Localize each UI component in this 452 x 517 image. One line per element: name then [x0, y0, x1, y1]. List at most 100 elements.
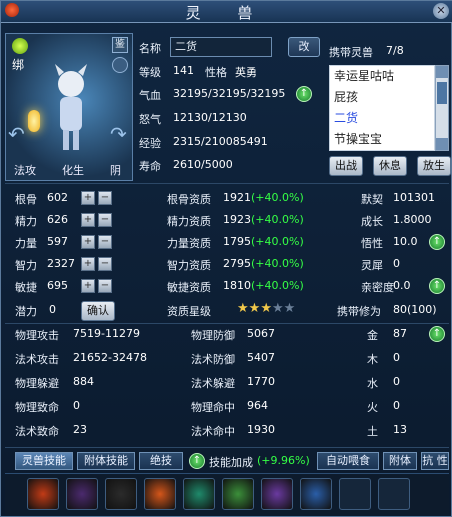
- combat-label: 法术命中: [191, 425, 235, 438]
- attr-label: 根骨: [15, 193, 37, 206]
- black-cat-icon[interactable]: [105, 478, 137, 510]
- attack-type-label: 法攻: [14, 164, 36, 177]
- pet-window: 灵 兽 ✕ 绑 鉴 ↶ ↷ 法攻 化生 阴 名称 二货 改 等级 141 性格 …: [0, 0, 452, 517]
- stat-value: 0: [393, 257, 400, 270]
- resist-button[interactable]: 抗 性: [421, 452, 449, 470]
- aptitude-value: 1795: [223, 235, 251, 248]
- combat-value: 1770: [247, 375, 275, 388]
- attr-value: 597: [47, 235, 68, 248]
- combat-value: 5407: [247, 351, 275, 364]
- release-button[interactable]: 放生: [417, 156, 451, 176]
- star-icon: ★: [271, 301, 284, 316]
- pets-count: 7/8: [386, 44, 404, 57]
- minus-icon[interactable]: −: [98, 235, 112, 249]
- name-field[interactable]: 二货: [170, 37, 272, 57]
- exp-label: 经验: [139, 137, 161, 150]
- minus-icon[interactable]: −: [98, 279, 112, 293]
- empty-slot-icon[interactable]: [378, 478, 410, 510]
- skill-bar: [5, 473, 449, 515]
- rest-button[interactable]: 休息: [373, 156, 407, 176]
- element-value: 87: [393, 327, 407, 340]
- aptitude-value: 1921: [223, 191, 251, 204]
- rage-label: 怒气: [139, 113, 161, 126]
- rename-button[interactable]: 改: [288, 37, 320, 57]
- transform-label: 化生: [62, 164, 84, 177]
- personality-label: 性格: [205, 66, 227, 79]
- flame-burst-icon[interactable]: [144, 478, 176, 510]
- aptitude-label: 精力资质: [167, 215, 211, 228]
- element-value: 0: [393, 399, 400, 412]
- stat-up-icon[interactable]: ↑: [429, 278, 445, 294]
- tab-pet-skills[interactable]: 灵兽技能: [15, 452, 73, 470]
- tab-possess-skills[interactable]: 附体技能: [77, 452, 135, 470]
- identify-button[interactable]: 鉴: [112, 37, 128, 53]
- purple-claw-icon[interactable]: [261, 478, 293, 510]
- plus-icon[interactable]: +: [81, 235, 95, 249]
- plus-icon[interactable]: +: [81, 257, 95, 271]
- rotate-left-icon[interactable]: ↶: [8, 122, 28, 146]
- combat-label: 法术致命: [15, 425, 59, 438]
- ice-shard-icon[interactable]: [183, 478, 215, 510]
- stat-value: 1.8000: [393, 213, 432, 226]
- blue-orb-icon[interactable]: [300, 478, 332, 510]
- stat-label: 灵犀: [361, 259, 383, 272]
- potential-label: 潜力: [15, 305, 37, 318]
- plus-icon[interactable]: +: [81, 213, 95, 227]
- shadow-beast-icon[interactable]: [66, 478, 98, 510]
- tab-ultimate[interactable]: 绝技: [139, 452, 183, 470]
- battle-button[interactable]: 出战: [329, 156, 363, 176]
- minus-icon[interactable]: −: [98, 257, 112, 271]
- element-label: 火: [367, 401, 378, 414]
- scroll-down-icon[interactable]: [436, 138, 448, 150]
- combat-label: 物理攻击: [15, 329, 59, 342]
- combat-value: 23: [73, 423, 87, 436]
- empty-slot-icon[interactable]: [339, 478, 371, 510]
- element-up-icon[interactable]: ↑: [429, 326, 445, 342]
- pet-list-item-selected[interactable]: 二货: [330, 108, 434, 129]
- exp-value: 2315/210085491: [173, 135, 268, 148]
- auto-feed-button[interactable]: 自动喂食: [317, 452, 379, 470]
- stat-up-icon[interactable]: ↑: [429, 234, 445, 250]
- stat-value: 10.0: [393, 235, 418, 248]
- aptitude-label: 智力资质: [167, 259, 211, 272]
- possess-button[interactable]: 附体: [383, 452, 417, 470]
- pet-list-scrollbar[interactable]: [435, 65, 449, 151]
- attr-label: 精力: [15, 215, 37, 228]
- aptitude-bonus: (+40.0%): [251, 213, 304, 226]
- hp-up-icon[interactable]: ↑: [296, 86, 312, 102]
- attr-label: 智力: [15, 259, 37, 272]
- wind-blade-icon[interactable]: [222, 478, 254, 510]
- rotate-right-icon[interactable]: ↷: [110, 122, 130, 146]
- level-value: 141: [173, 64, 194, 77]
- element-label: 木: [367, 353, 378, 366]
- aptitude-value: 2795: [223, 257, 251, 270]
- pet-list-item[interactable]: 节操宝宝: [330, 129, 434, 150]
- plus-icon[interactable]: +: [81, 279, 95, 293]
- plus-icon[interactable]: +: [81, 191, 95, 205]
- alignment-label: 阴: [110, 164, 121, 177]
- element-value: 13: [393, 423, 407, 436]
- life-value: 2610/5000: [173, 158, 233, 171]
- scroll-thumb[interactable]: [437, 82, 447, 104]
- combat-label: 物理防御: [191, 329, 235, 342]
- divider: [5, 323, 449, 324]
- minus-icon[interactable]: −: [98, 191, 112, 205]
- aptitude-value: 1810: [223, 279, 251, 292]
- lock-icon[interactable]: [112, 57, 128, 73]
- confirm-button[interactable]: 确认: [81, 301, 115, 321]
- aptitude-label: 根骨资质: [167, 193, 211, 206]
- close-icon[interactable]: ✕: [433, 3, 449, 19]
- pets-header: 携带灵兽: [329, 46, 373, 59]
- attr-value: 626: [47, 213, 68, 226]
- minus-icon[interactable]: −: [98, 213, 112, 227]
- combat-label: 法术攻击: [15, 353, 59, 366]
- pet-list-item[interactable]: 屁孩: [330, 87, 434, 108]
- potential-value: 0: [49, 303, 56, 316]
- fire-slash-icon[interactable]: [27, 478, 59, 510]
- lantern-icon: [28, 110, 40, 132]
- combat-label: 物理命中: [191, 401, 235, 414]
- pet-list-item[interactable]: 幸运星咕咕: [330, 66, 434, 87]
- aptitude-label: 力量资质: [167, 237, 211, 250]
- title-bar[interactable]: 灵 兽 ✕: [1, 1, 452, 23]
- scroll-up-icon[interactable]: [436, 66, 448, 78]
